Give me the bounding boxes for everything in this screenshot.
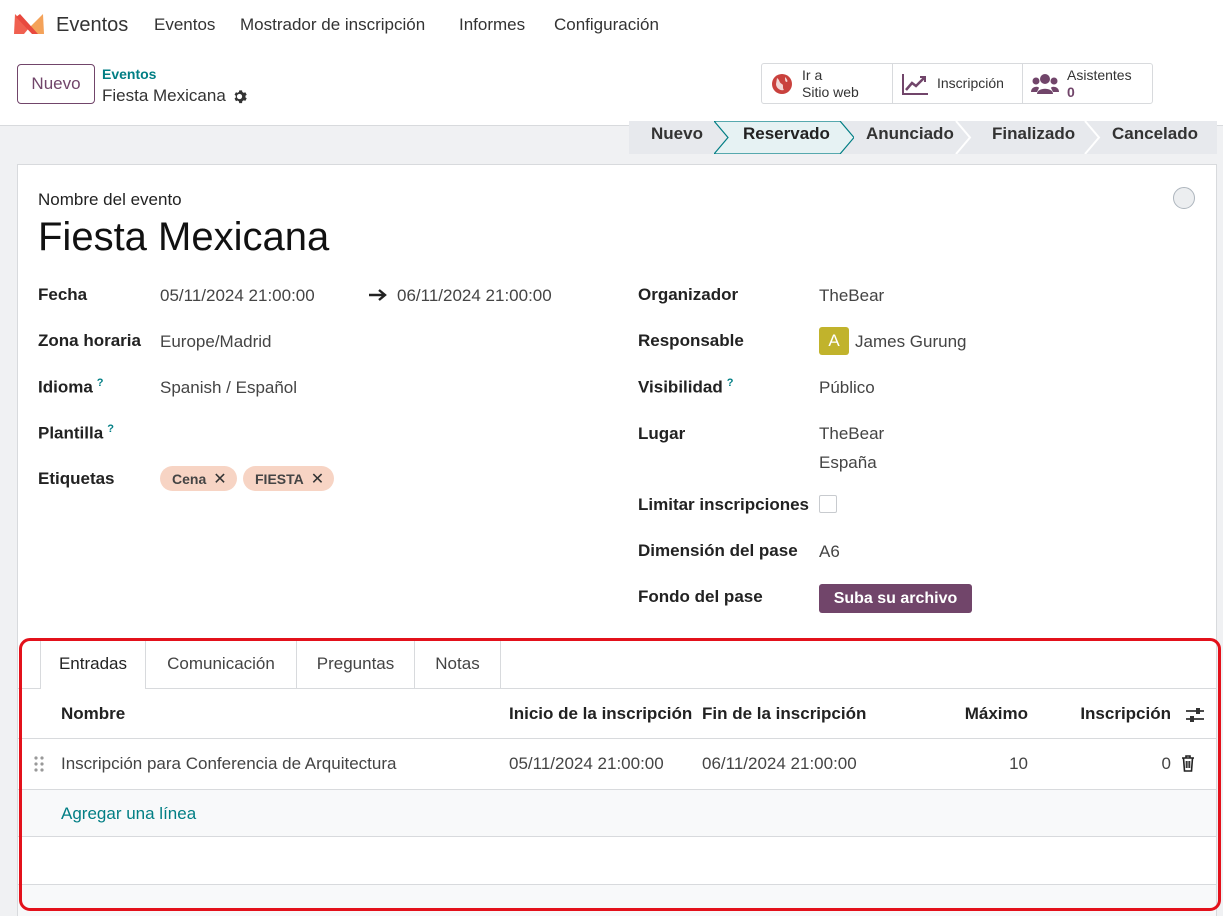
tab-preguntas[interactable]: Preguntas [297, 639, 415, 689]
add-line-row: Agregar una línea [18, 790, 1216, 837]
table-header: Nombre Inicio de la inscripción Fin de l… [18, 690, 1216, 739]
fecha-end-field[interactable]: 06/11/2024 21:00:00 [397, 286, 552, 306]
tab-entradas[interactable]: Entradas [40, 639, 146, 689]
help-icon[interactable]: ? [727, 377, 734, 389]
visibilidad-label: Visibilidad? [638, 377, 734, 397]
cell-inicio[interactable]: 05/11/2024 21:00:00 [509, 754, 664, 774]
add-line-link[interactable]: Agregar una línea [61, 804, 196, 824]
optional-columns-icon[interactable] [1186, 706, 1204, 724]
responsable-label: Responsable [638, 331, 744, 350]
tag-cena: Cena ✕ [160, 466, 237, 491]
column-inicio-inscripcion[interactable]: Inicio de la inscripción [509, 704, 692, 724]
event-name-input[interactable]: Fiesta Mexicana [38, 215, 329, 260]
attendees-button[interactable]: Asistentes 0 [1023, 64, 1152, 103]
go-to-website-line2: Sitio web [802, 83, 859, 100]
app-name[interactable]: Eventos [56, 14, 128, 37]
organizador-field[interactable]: TheBear [819, 286, 884, 306]
stage-reservado[interactable]: Reservado [743, 121, 830, 154]
fondo-pase-label: Fondo del pase [638, 587, 763, 606]
stage-cancelado[interactable]: Cancelado [1112, 121, 1198, 154]
users-icon [1031, 73, 1059, 94]
visibilidad-field[interactable]: Público [819, 378, 875, 398]
menu-mostrador-inscripcion[interactable]: Mostrador de inscripción [240, 15, 425, 35]
stage-anunciado[interactable]: Anunciado [866, 121, 954, 154]
tag-fiesta: FIESTA ✕ [243, 466, 335, 491]
responsable-field[interactable]: James Gurung [855, 332, 967, 352]
line-chart-icon [902, 73, 928, 95]
new-button[interactable]: Nuevo [17, 64, 95, 104]
drag-handle-icon[interactable] [33, 756, 45, 772]
event-name-label: Nombre del evento [38, 190, 182, 209]
attendees-label: Asistentes [1067, 66, 1132, 83]
go-to-website-button[interactable]: Ir a Sitio web [762, 64, 893, 103]
breadcrumb-current: Fiesta Mexicana [102, 86, 247, 106]
dimension-pase-label: Dimensión del pase [638, 541, 798, 560]
stage-finalizado[interactable]: Finalizado [992, 121, 1075, 154]
breadcrumb-current-label: Fiesta Mexicana [102, 86, 226, 105]
lugar-field-line2[interactable]: España [819, 453, 877, 473]
organizador-label: Organizador [638, 285, 739, 304]
smart-buttons: Ir a Sitio web Inscripción Asistentes 0 [761, 63, 1153, 104]
limitar-inscripciones-label: Limitar inscripciones [638, 495, 809, 514]
zona-horaria-field[interactable]: Europe/Madrid [160, 332, 272, 352]
plantilla-field[interactable] [160, 423, 460, 447]
top-navbar: Eventos Eventos Mostrador de inscripción… [0, 0, 1223, 50]
events-app-logo-icon[interactable] [12, 12, 46, 38]
remove-tag-icon[interactable]: ✕ [311, 469, 324, 489]
lugar-label: Lugar [638, 424, 686, 443]
tab-comunicacion[interactable]: Comunicación [146, 639, 297, 689]
notebook-tabs: Entradas Comunicación Preguntas Notas [18, 639, 1216, 689]
arrow-right-icon [369, 289, 387, 301]
remove-tag-icon[interactable]: ✕ [213, 469, 226, 489]
zona-horaria-label: Zona horaria [38, 331, 141, 350]
help-icon[interactable]: ? [97, 377, 104, 389]
tab-notas[interactable]: Notas [415, 639, 501, 689]
avatar: A [819, 327, 849, 355]
upload-file-button[interactable]: Suba su archivo [819, 584, 972, 613]
idioma-field[interactable]: Spanish / Español [160, 378, 297, 398]
stage-nuevo[interactable]: Nuevo [651, 121, 703, 154]
form-sheet: Nombre del evento Fiesta Mexicana Fecha … [17, 164, 1217, 916]
column-maximo[interactable]: Máximo [965, 704, 1028, 724]
kanban-state-icon[interactable] [1173, 187, 1195, 209]
table-footer [18, 884, 1216, 916]
table-row[interactable]: Inscripción para Conferencia de Arquitec… [18, 739, 1216, 790]
help-icon[interactable]: ? [107, 423, 114, 435]
registration-report-button[interactable]: Inscripción [893, 64, 1023, 103]
column-fin-inscripcion[interactable]: Fin de la inscripción [702, 704, 866, 724]
limitar-inscripciones-checkbox[interactable] [819, 495, 837, 513]
stage-statusbar: Nuevo Reservado Anunciado Finalizado Can… [629, 121, 1217, 154]
menu-configuracion[interactable]: Configuración [554, 15, 659, 35]
globe-icon [772, 73, 792, 94]
fecha-start-field[interactable]: 05/11/2024 21:00:00 [160, 286, 315, 306]
cell-inscripcion[interactable]: 0 [1162, 754, 1171, 774]
tag-label: Cena [172, 470, 207, 487]
cell-fin[interactable]: 06/11/2024 21:00:00 [702, 754, 857, 774]
menu-eventos[interactable]: Eventos [154, 15, 215, 35]
tag-label: FIESTA [255, 470, 304, 487]
trash-icon[interactable] [1181, 755, 1195, 772]
gear-icon[interactable] [232, 89, 247, 104]
column-inscripcion[interactable]: Inscripción [1080, 704, 1171, 724]
column-nombre[interactable]: Nombre [61, 704, 125, 724]
dimension-pase-field[interactable]: A6 [819, 542, 840, 562]
fecha-label: Fecha [38, 285, 88, 304]
registration-report-label: Inscripción [937, 75, 1004, 91]
plantilla-label: Plantilla? [38, 423, 114, 443]
idioma-label: Idioma? [38, 377, 104, 397]
lugar-field-line1[interactable]: TheBear [819, 424, 884, 444]
go-to-website-line1: Ir a [802, 66, 823, 83]
menu-informes[interactable]: Informes [459, 15, 525, 35]
attendees-count: 0 [1067, 83, 1075, 100]
etiquetas-label: Etiquetas [38, 469, 115, 488]
cell-nombre[interactable]: Inscripción para Conferencia de Arquitec… [61, 754, 396, 774]
breadcrumb-parent[interactable]: Eventos [102, 66, 156, 82]
cell-maximo[interactable]: 10 [1009, 754, 1028, 774]
control-panel: Nuevo Eventos Fiesta Mexicana Ir a Sitio… [0, 50, 1223, 126]
